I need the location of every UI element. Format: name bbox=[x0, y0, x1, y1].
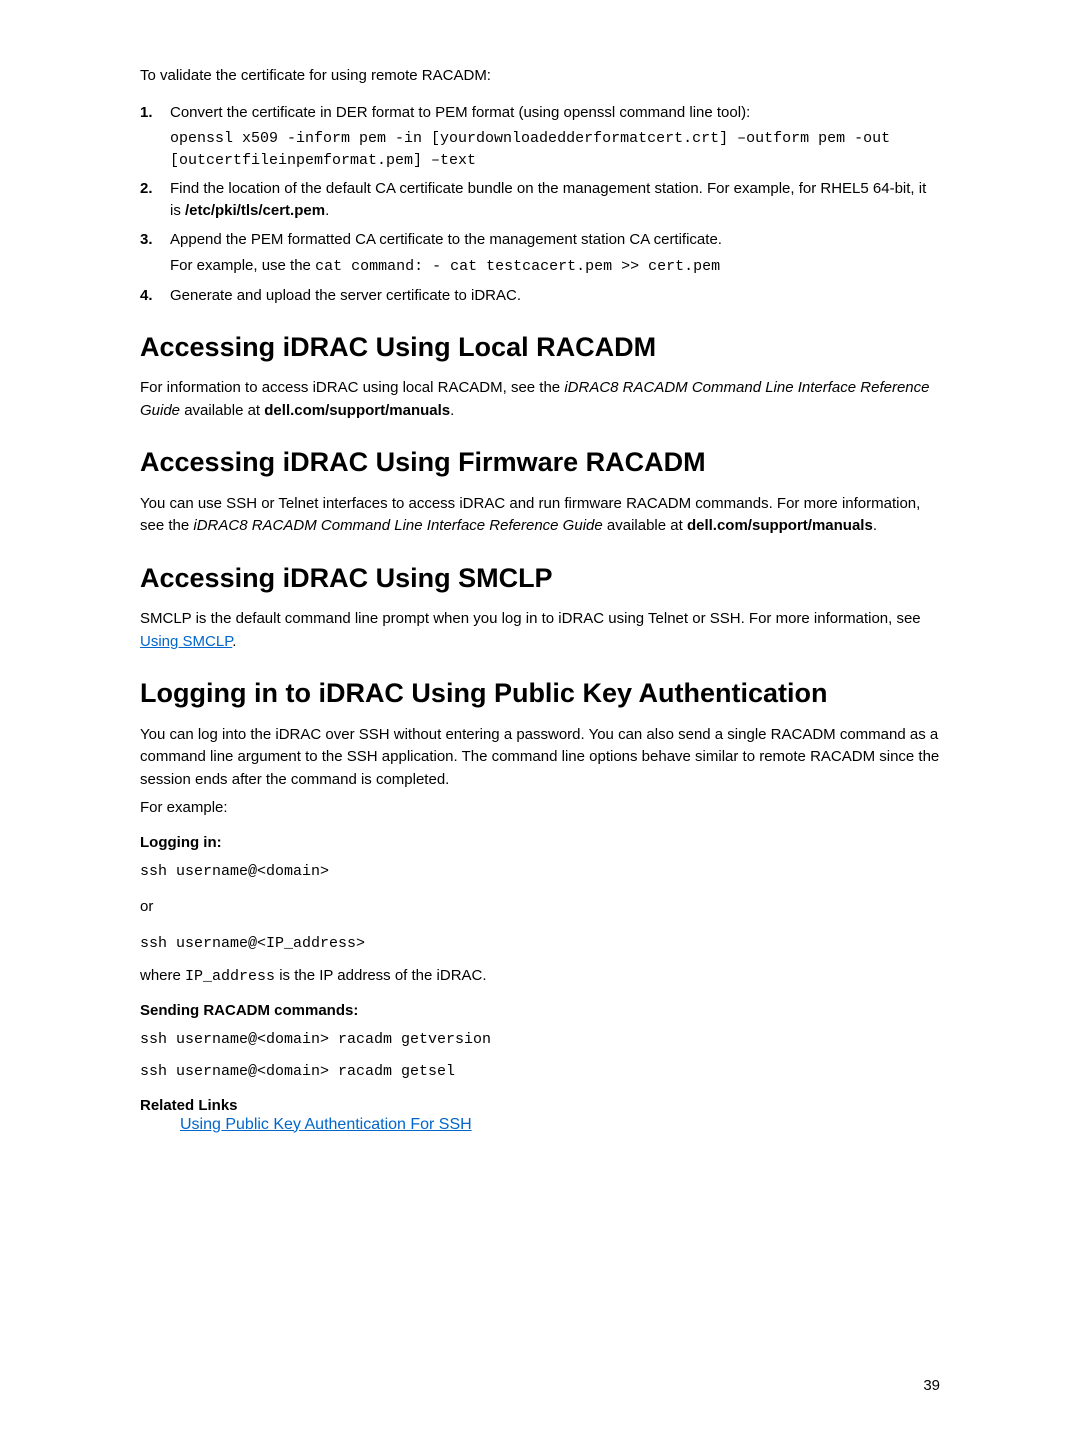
step-number: 4. bbox=[140, 285, 153, 308]
where-text: where IP_address is the IP address of th… bbox=[140, 965, 940, 989]
step-2: 2. Find the location of the default CA c… bbox=[140, 178, 940, 223]
para-bold: dell.com/support/manuals bbox=[264, 402, 450, 419]
cmd-ssh-ip: ssh username@<IP_address> bbox=[140, 933, 940, 955]
related-links-list: Using Public Key Authentication For SSH bbox=[140, 1116, 940, 1134]
link-using-smclp[interactable]: Using SMCLP bbox=[140, 633, 232, 650]
example-prefix: For example, use the bbox=[170, 257, 315, 274]
para-bold: dell.com/support/manuals bbox=[687, 517, 873, 534]
para-suffix: . bbox=[450, 402, 454, 419]
cmd-getsel: ssh username@<domain> racadm getsel bbox=[140, 1061, 940, 1083]
where-suffix: is the IP address of the iDRAC. bbox=[275, 967, 487, 984]
step-number: 1. bbox=[140, 102, 153, 125]
cmd-getversion: ssh username@<domain> racadm getversion bbox=[140, 1029, 940, 1051]
steps-list: 1. Convert the certificate in DER format… bbox=[140, 102, 940, 308]
or-text: or bbox=[140, 896, 940, 919]
step-example: For example, use the cat command: - cat … bbox=[170, 255, 940, 279]
step-text: Convert the certificate in DER format to… bbox=[170, 104, 750, 121]
para-pka-1: You can log into the iDRAC over SSH with… bbox=[140, 724, 940, 792]
page-number: 39 bbox=[923, 1377, 940, 1394]
para-italic: iDRAC8 RACADM Command Line Interface Ref… bbox=[193, 517, 602, 534]
step-number: 2. bbox=[140, 178, 153, 201]
link-pka-ssh[interactable]: Using Public Key Authentication For SSH bbox=[180, 1116, 472, 1133]
para-suffix: . bbox=[232, 633, 236, 650]
para-prefix: SMCLP is the default command line prompt… bbox=[140, 610, 921, 627]
para-mid: available at bbox=[180, 402, 264, 419]
heading-pka: Logging in to iDRAC Using Public Key Aut… bbox=[140, 677, 940, 709]
step-number: 3. bbox=[140, 229, 153, 252]
step-3: 3. Append the PEM formatted CA certifica… bbox=[140, 229, 940, 279]
related-links-label: Related Links bbox=[140, 1097, 940, 1114]
step-text: Append the PEM formatted CA certificate … bbox=[170, 231, 722, 248]
step-text-bold: /etc/pki/tls/cert.pem bbox=[185, 202, 325, 219]
sending-commands-label: Sending RACADM commands: bbox=[140, 1002, 940, 1019]
para-local-racadm: For information to access iDRAC using lo… bbox=[140, 377, 940, 422]
para-pka-2: For example: bbox=[140, 797, 940, 820]
cmd-ssh-domain: ssh username@<domain> bbox=[140, 861, 940, 883]
heading-smclp: Accessing iDRAC Using SMCLP bbox=[140, 562, 940, 594]
logging-in-label: Logging in: bbox=[140, 834, 940, 851]
para-suffix: . bbox=[873, 517, 877, 534]
para-smclp: SMCLP is the default command line prompt… bbox=[140, 608, 940, 653]
para-prefix: For information to access iDRAC using lo… bbox=[140, 379, 564, 396]
heading-firmware-racadm: Accessing iDRAC Using Firmware RACADM bbox=[140, 446, 940, 478]
para-firmware-racadm: You can use SSH or Telnet interfaces to … bbox=[140, 493, 940, 538]
example-code: cat command: - cat testcacert.pem >> cer… bbox=[315, 258, 720, 275]
step-4: 4. Generate and upload the server certif… bbox=[140, 285, 940, 308]
step-1: 1. Convert the certificate in DER format… bbox=[140, 102, 940, 172]
intro-paragraph: To validate the certificate for using re… bbox=[140, 65, 940, 88]
step-text-suffix: . bbox=[325, 202, 329, 219]
step-text: Generate and upload the server certifica… bbox=[170, 287, 521, 304]
where-prefix: where bbox=[140, 967, 185, 984]
code-block: openssl x509 -inform pem -in [yourdownlo… bbox=[170, 128, 940, 172]
where-code: IP_address bbox=[185, 968, 275, 985]
heading-local-racadm: Accessing iDRAC Using Local RACADM bbox=[140, 331, 940, 363]
para-mid: available at bbox=[603, 517, 687, 534]
